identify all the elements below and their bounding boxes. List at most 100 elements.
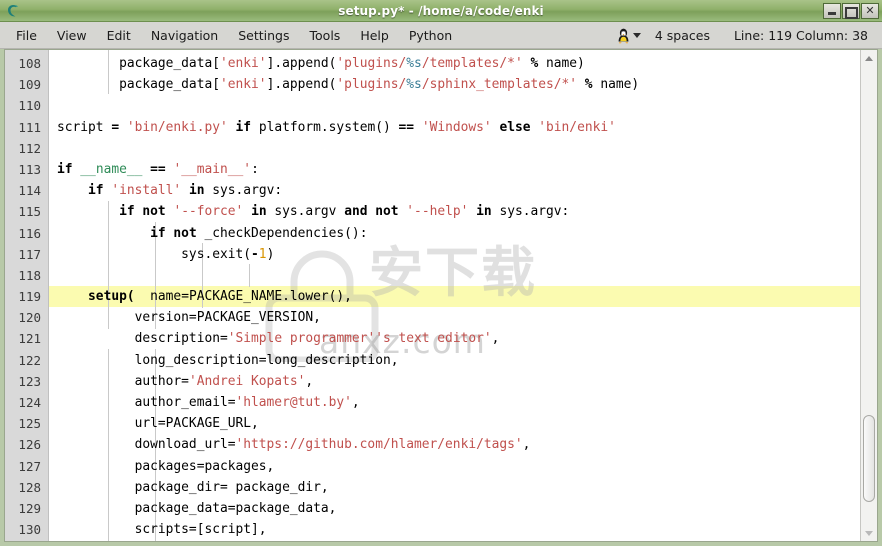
- code-line[interactable]: download_url='https://github.com/hlamer/…: [49, 434, 860, 455]
- code-line-content: url=PACKAGE_URL,: [57, 416, 259, 431]
- scrollbar-thumb[interactable]: [863, 414, 875, 503]
- chevron-down-icon: [632, 32, 641, 38]
- code-token: sys.argv:: [491, 204, 570, 220]
- code-token: author_email=: [57, 395, 236, 410]
- code-token: %: [584, 77, 593, 93]
- menu-item-tools[interactable]: Tools: [300, 24, 351, 47]
- code-token: script: [57, 119, 112, 135]
- code-token: ].append(: [266, 56, 337, 71]
- vertical-scrollbar[interactable]: [860, 50, 877, 541]
- scroll-up-button[interactable]: [861, 50, 877, 66]
- code-line[interactable]: data_files=data_files,: [49, 540, 860, 541]
- code-token: setup(: [88, 289, 135, 305]
- line-number: 114: [18, 183, 41, 199]
- code-line-content: version=PACKAGE_VERSION,: [57, 310, 321, 325]
- close-button[interactable]: ✕: [861, 2, 879, 19]
- code-token: ,: [351, 395, 360, 410]
- code-line[interactable]: author_email='hlamer@tut.by',: [49, 392, 860, 413]
- code-token: else: [499, 119, 531, 135]
- code-line[interactable]: package_data=package_data,: [49, 498, 860, 519]
- menu-item-settings[interactable]: Settings: [228, 24, 299, 47]
- line-number: 118: [18, 267, 41, 283]
- menubar: File View Edit Navigation Settings Tools…: [0, 22, 882, 49]
- code-token: ].append(: [266, 77, 337, 93]
- code-token: %s: [406, 77, 422, 93]
- code-line-content: if 'install' in sys.argv:: [57, 183, 282, 198]
- code-token: =: [111, 119, 120, 135]
- code-token: _checkDependencies():: [196, 225, 368, 241]
- code-line[interactable]: package_data['enki'].append('plugins/%s/…: [49, 53, 860, 74]
- code-token: /templates/*': [421, 56, 523, 71]
- code-token: 'plugins/: [336, 77, 407, 93]
- menu-item-python[interactable]: Python: [399, 24, 462, 47]
- code-line[interactable]: if __name__ == '__main__':: [49, 159, 860, 180]
- triangle-up-icon: [865, 55, 873, 61]
- code-token: if not: [119, 204, 166, 220]
- code-line[interactable]: sys.exit(-1): [49, 244, 860, 265]
- code-line[interactable]: package_dir= package_dir,: [49, 477, 860, 498]
- code-token: 'Andrei Kopats': [188, 373, 306, 389]
- code-line[interactable]: description='Simple programmer''s text e…: [49, 328, 860, 349]
- code-line[interactable]: [49, 95, 860, 116]
- line-number: 113: [18, 161, 41, 177]
- code-token: ,: [491, 331, 500, 347]
- scrollbar-track[interactable]: [861, 66, 877, 525]
- code-token: 'bin/enki.py': [126, 119, 228, 135]
- code-token: name): [592, 77, 640, 93]
- code-line[interactable]: setup( name=PACKAGE_NAME.lower(),: [49, 286, 860, 308]
- code-line[interactable]: [49, 138, 860, 159]
- indent-setting-label[interactable]: 4 spaces: [647, 28, 724, 43]
- code-line[interactable]: version=PACKAGE_VERSION,: [49, 307, 860, 328]
- enki-logo-icon: [0, 1, 26, 21]
- code-token: if: [88, 183, 104, 199]
- code-line[interactable]: if not '--force' in sys.argv and not '--…: [49, 201, 860, 222]
- code-token: sys.argv: [266, 204, 345, 220]
- code-line[interactable]: author='Andrei Kopats',: [49, 371, 860, 392]
- menu-item-navigation[interactable]: Navigation: [141, 24, 228, 47]
- maximize-button[interactable]: [842, 2, 860, 19]
- minimize-button[interactable]: [823, 2, 841, 19]
- code-line[interactable]: package_data['enki'].append('plugins/%s/…: [49, 74, 860, 95]
- menu-item-view[interactable]: View: [47, 24, 97, 47]
- code-line-content: setup( name=PACKAGE_NAME.lower(),: [57, 289, 352, 304]
- line-number-gutter: 108 109 110 111 112 113 114 115 116 117 118 119 120 1…: [5, 50, 49, 541]
- menu-item-file[interactable]: File: [6, 24, 47, 47]
- code-token: __name__: [80, 161, 143, 177]
- code-token: ==: [398, 119, 415, 135]
- editor-body[interactable]: 108 109 110 111 112 113 114 115 116 117 118 119 120 1…: [5, 50, 877, 541]
- code-line[interactable]: if not _checkDependencies():: [49, 223, 860, 244]
- window-titlebar[interactable]: setup.py* - /home/a/code/enki ✕: [0, 0, 882, 22]
- code-token: version=PACKAGE_VERSION,: [57, 310, 321, 326]
- code-line[interactable]: url=PACKAGE_URL,: [49, 413, 860, 434]
- scroll-down-button[interactable]: [861, 525, 877, 541]
- close-icon: ✕: [865, 4, 875, 17]
- code-line[interactable]: [49, 265, 860, 286]
- code-token: -: [251, 246, 259, 262]
- code-token: 'https://github.com/hlamer/enki/tags': [235, 437, 523, 453]
- language-selector[interactable]: [610, 27, 647, 44]
- menu-item-help[interactable]: Help: [350, 24, 399, 47]
- triangle-down-icon: [865, 530, 873, 536]
- code-line-content: author_email='hlamer@tut.by',: [57, 395, 360, 410]
- code-line[interactable]: script = 'bin/enki.py' if platform.syste…: [49, 117, 860, 138]
- window-title: setup.py* - /home/a/code/enki: [338, 3, 544, 18]
- code-text-area[interactable]: 安下载 anxz.com package_data['enki'].append…: [49, 50, 860, 541]
- menu-item-edit[interactable]: Edit: [97, 24, 141, 47]
- penguin-icon: [618, 28, 629, 43]
- code-line[interactable]: if 'install' in sys.argv:: [49, 180, 860, 201]
- line-number: 125: [18, 416, 41, 432]
- code-line[interactable]: long_description=long_description,: [49, 350, 860, 371]
- code-token: 1: [258, 246, 267, 262]
- code-line-content: scripts=[script],: [57, 522, 267, 537]
- code-token: name=PACKAGE_NAME.lower(),: [134, 289, 352, 305]
- code-token: :: [251, 161, 259, 177]
- code-line-content: download_url='https://github.com/hlamer/…: [57, 437, 531, 453]
- code-line[interactable]: scripts=[script],: [49, 519, 860, 540]
- code-line[interactable]: packages=packages,: [49, 456, 860, 477]
- code-token: package_data[: [57, 56, 220, 71]
